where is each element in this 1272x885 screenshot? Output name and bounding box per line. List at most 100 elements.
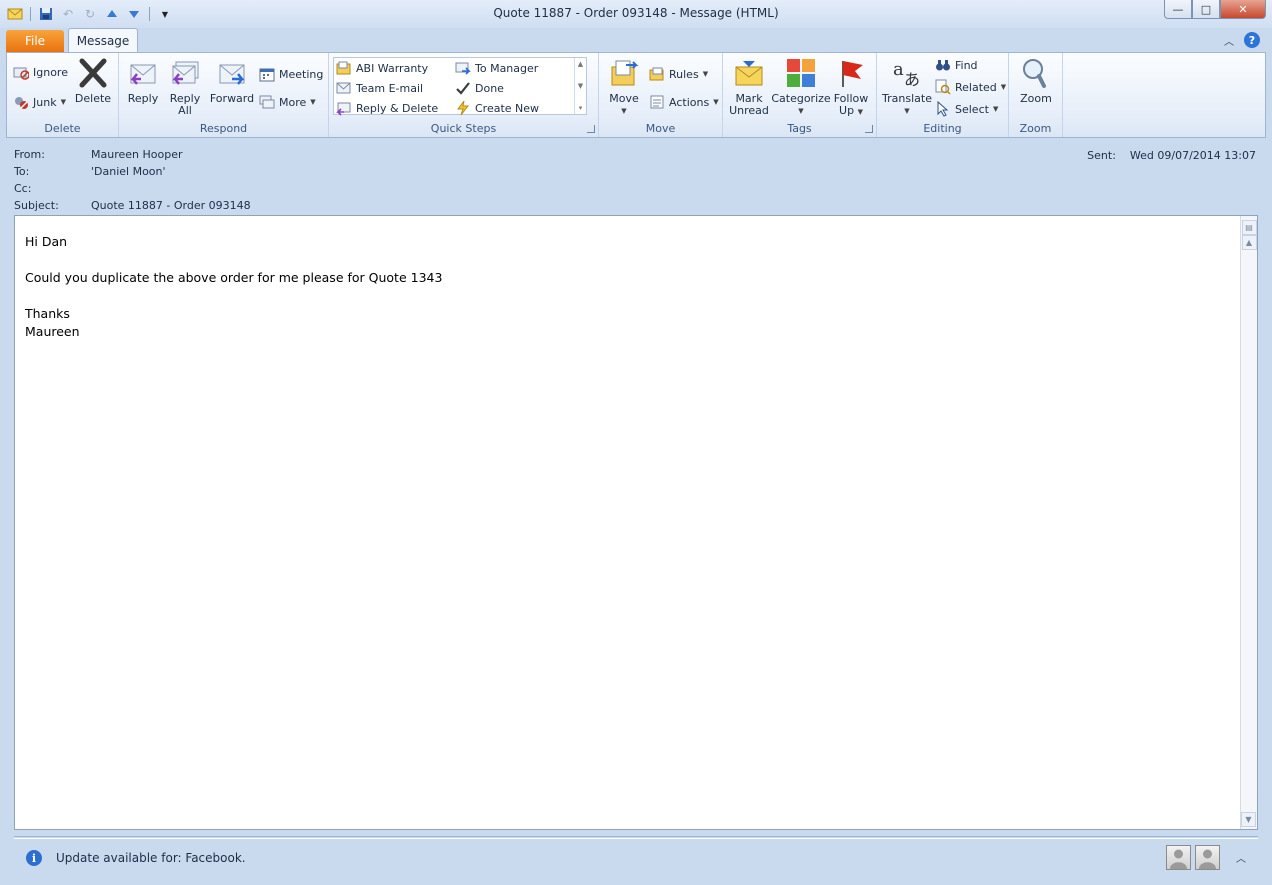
tags-dialog-launcher-icon[interactable] [865,125,873,133]
categorize-button[interactable]: Categorize ▼ [771,57,831,117]
quick-step-label: To Manager [475,61,539,75]
scroll-up-button[interactable]: ▲ [1241,235,1257,250]
select-dropdown-icon: ▼ [992,105,999,113]
message-body-text: Hi Dan Could you duplicate the above ord… [25,233,442,341]
vertical-scrollbar[interactable]: ▤ ▲ ▼ [1240,216,1257,829]
from-row: From: Maureen Hooper [14,148,183,161]
cc-label: Cc: [14,182,32,195]
svg-text:あ: あ [904,70,920,89]
person-avatar-icon[interactable] [1195,845,1220,870]
find-button[interactable]: Find [935,56,978,74]
quick-step-to-manager[interactable]: To Manager [455,59,538,77]
quick-step-abi-warranty[interactable]: ABI Warranty [336,59,428,77]
delete-button[interactable]: Delete [73,57,113,105]
window-controls: — □ ✕ [1164,0,1266,19]
forward-button[interactable]: Forward [209,57,255,105]
to-row: To: 'Daniel Moon' [14,165,166,178]
quick-step-reply-delete[interactable]: Reply & Delete [336,99,438,117]
from-value[interactable]: Maureen Hooper [91,148,183,161]
zoom-button[interactable]: Zoom [1015,57,1057,105]
sent-label: Sent: [1087,149,1116,162]
delete-x-icon [79,58,107,88]
categorize-label: Categorize [771,92,831,105]
translate-icon: aあ [893,59,920,89]
close-button[interactable]: ✕ [1220,0,1266,19]
from-label: From: [14,148,45,161]
expand-people-pane-icon[interactable]: ︿ [1236,850,1246,865]
respond-group: Reply Reply All Forward Meeting More ▼ R… [119,53,329,137]
meeting-button[interactable]: Meeting [259,65,323,83]
quick-step-team-email[interactable]: Team E-mail [336,79,423,97]
reply-label: Reply [127,92,159,105]
folder-move-icon [336,61,351,75]
gallery-expand-icon[interactable]: ▾ [579,104,583,112]
zoom-group-label: Zoom [1019,122,1052,135]
respond-group-label: Respond [199,122,248,135]
scroll-up-icon[interactable]: ▲ [578,60,583,68]
translate-button[interactable]: aあ Translate ▼ [881,57,933,117]
body-line [25,251,442,269]
move-group: Move ▼ Rules ▼ Actions ▼ Move [599,53,723,137]
person-avatar-icon[interactable] [1166,845,1191,870]
move-dropdown-icon: ▼ [621,107,627,115]
more-respond-button[interactable]: More ▼ [259,93,316,111]
tab-file[interactable]: File [6,30,64,52]
flag-icon [842,61,863,87]
ribbon-tabs: File Message [6,28,138,52]
message-body[interactable]: Hi Dan Could you duplicate the above ord… [14,215,1258,830]
quick-steps-gallery: ABI Warranty To Manager Team E-mail Done… [333,57,587,117]
quick-steps-dialog-launcher-icon[interactable] [587,125,595,133]
actions-button[interactable]: Actions ▼ [649,93,719,111]
rules-button[interactable]: Rules ▼ [649,65,708,83]
quick-step-label: Team E-mail [356,81,424,95]
to-value[interactable]: 'Daniel Moon' [91,165,166,178]
follow-up-label-2: Up [839,104,855,117]
minimize-button[interactable]: — [1164,0,1192,19]
quick-steps-group-label: Quick Steps [430,122,497,135]
body-line: Thanks [25,306,70,321]
junk-dropdown-icon: ▼ [60,98,66,106]
maximize-button[interactable]: □ [1192,0,1220,19]
forward-mail-icon [455,62,471,75]
follow-up-dropdown-icon: ▼ [857,108,863,116]
junk-button[interactable]: Junk ▼ [13,93,66,111]
quick-step-done[interactable]: Done [455,79,504,97]
cursor-icon [937,101,949,117]
info-icon: i [26,850,42,866]
select-label: Select [955,102,989,116]
zoom-group: Zoom Zoom [1009,53,1063,137]
delete-label: Delete [74,92,112,105]
body-line [25,287,442,305]
follow-up-label-2-wrap: Up ▼ [839,105,863,118]
reply-icon [130,64,156,85]
follow-up-button[interactable]: Follow Up ▼ [831,57,871,118]
scroll-down-icon[interactable]: ▼ [578,82,583,90]
ignore-button[interactable]: Ignore [13,63,68,81]
mark-unread-button[interactable]: Mark Unread [727,57,771,117]
cc-row: Cc: [14,182,91,195]
minimize-ribbon-icon[interactable]: ︿ [1224,33,1234,48]
status-text[interactable]: Update available for: Facebook. [56,851,246,865]
reply-all-button[interactable]: Reply All [167,57,203,117]
ignore-label: Ignore [33,65,68,79]
ribbon-help-area: ︿ ? [1224,32,1260,48]
view-ruler-icon[interactable]: ▤ [1241,220,1257,235]
move-button[interactable]: Move ▼ [605,57,643,117]
scroll-down-button[interactable]: ▼ [1241,812,1256,827]
quick-step-create-new[interactable]: Create New [455,99,539,117]
reply-all-icon [172,61,199,85]
forward-icon [219,64,245,85]
team-mail-icon [336,82,351,94]
quick-step-label: Done [475,81,504,95]
quick-steps-group: ABI Warranty To Manager Team E-mail Done… [329,53,599,137]
related-button[interactable]: Related ▼ [935,78,1006,96]
reply-button[interactable]: Reply [125,57,161,105]
related-dropdown-icon: ▼ [1000,83,1007,91]
quick-steps-scrollbar[interactable]: ▲ ▼ ▾ [574,58,586,114]
tab-message[interactable]: Message [68,28,138,52]
help-icon[interactable]: ? [1244,32,1260,48]
reply-all-label-2: All [178,104,192,117]
select-button[interactable]: Select ▼ [935,100,998,118]
actions-dropdown-icon: ▼ [713,98,719,106]
forward-label: Forward [209,92,255,105]
